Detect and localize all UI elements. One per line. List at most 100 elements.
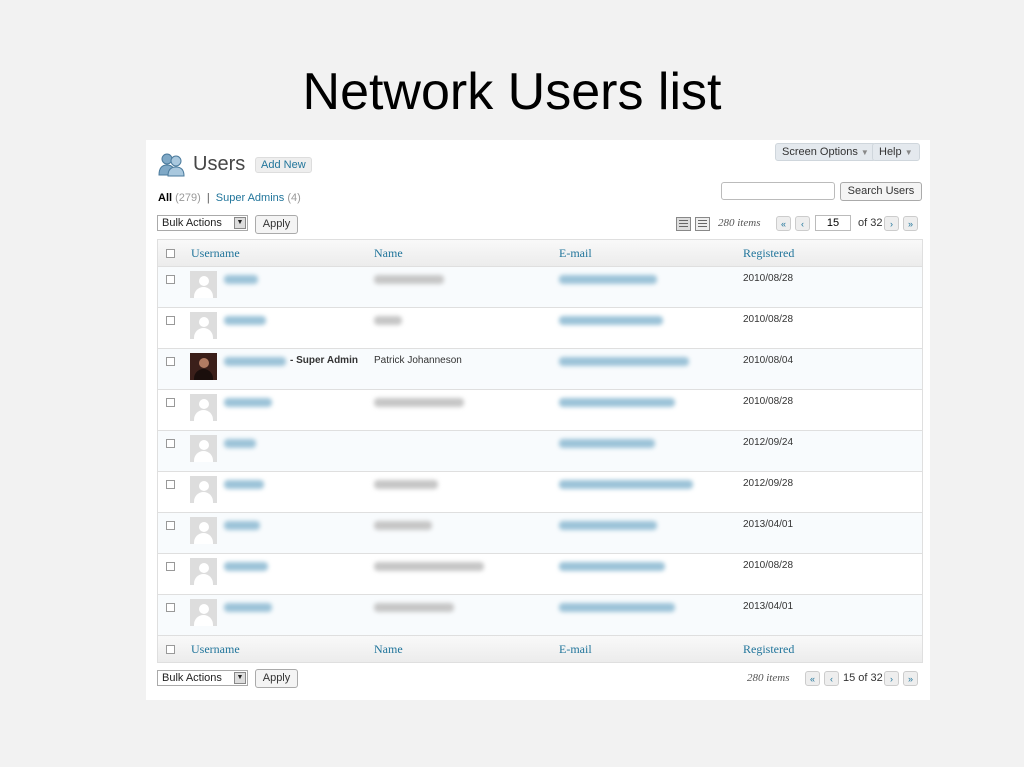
apply-button[interactable]: Apply	[255, 215, 298, 234]
bulk-actions-value: Bulk Actions	[162, 217, 222, 229]
username-link-redacted[interactable]	[224, 603, 272, 612]
username-link-redacted[interactable]	[224, 316, 266, 325]
help-button[interactable]: Help ▼	[872, 143, 920, 161]
row-checkbox[interactable]	[166, 357, 175, 366]
chevron-down-icon: ▼	[234, 217, 246, 229]
column-username[interactable]: Username	[191, 642, 240, 657]
username-link-redacted[interactable]	[224, 439, 256, 448]
items-count-bottom: 280 items	[747, 672, 790, 684]
username-link-redacted[interactable]	[224, 398, 272, 407]
row-checkbox[interactable]	[166, 439, 175, 448]
apply-button-bottom[interactable]: Apply	[255, 669, 298, 688]
prev-page-button[interactable]: ‹	[795, 216, 810, 231]
name-cell-redacted	[374, 316, 402, 325]
column-email[interactable]: E-mail	[559, 246, 592, 261]
first-page-button[interactable]: «	[776, 216, 791, 231]
table-body: 2010/08/28 2010/08/28 - Super Admin Patrick…	[158, 266, 922, 635]
page-of-bottom: 15 of 32	[843, 672, 883, 684]
select-all-checkbox[interactable]	[166, 249, 175, 258]
bulk-actions-select-bottom[interactable]: Bulk Actions ▼	[157, 670, 248, 686]
email-link-redacted[interactable]	[559, 316, 663, 325]
registered-cell: 2010/08/28	[743, 396, 794, 407]
row-checkbox[interactable]	[166, 480, 175, 489]
filter-super-admins[interactable]: Super Admins	[216, 192, 284, 204]
avatar	[190, 435, 217, 462]
registered-cell: 2012/09/28	[743, 478, 794, 489]
username-link-redacted[interactable]	[224, 562, 268, 571]
filter-all-count: (279)	[175, 192, 201, 204]
next-page-button[interactable]: ›	[884, 216, 899, 231]
search-users-button[interactable]: Search Users	[840, 182, 922, 201]
bulk-actions-select[interactable]: Bulk Actions ▼	[157, 215, 248, 231]
table-row: 2012/09/24	[158, 430, 922, 471]
column-username[interactable]: Username	[191, 246, 240, 261]
username-link-redacted[interactable]	[224, 521, 260, 530]
column-name[interactable]: Name	[374, 246, 403, 261]
items-count: 280 items	[718, 217, 761, 229]
table-row: 2013/04/01	[158, 512, 922, 553]
name-cell-redacted	[374, 275, 444, 284]
registered-cell: 2012/09/24	[743, 437, 794, 448]
username-link-redacted[interactable]	[224, 480, 264, 489]
table-row: 2010/08/28	[158, 307, 922, 348]
row-checkbox[interactable]	[166, 521, 175, 530]
filter-super-admins-count: (4)	[287, 192, 301, 204]
filter-separator: |	[206, 192, 210, 204]
email-link-redacted[interactable]	[559, 562, 665, 571]
last-page-button-bottom[interactable]: »	[903, 671, 918, 686]
select-all-checkbox[interactable]	[166, 645, 175, 654]
last-page-button[interactable]: »	[903, 216, 918, 231]
column-registered[interactable]: Registered	[743, 642, 794, 657]
email-link-redacted[interactable]	[559, 275, 657, 284]
name-cell-redacted	[374, 521, 432, 530]
next-page-button-bottom[interactable]: ›	[884, 671, 899, 686]
username-link-redacted[interactable]	[224, 357, 286, 366]
avatar	[190, 558, 217, 585]
email-link-redacted[interactable]	[559, 603, 675, 612]
excerpt-view-icon[interactable]	[695, 217, 710, 231]
name-cell-redacted	[374, 603, 454, 612]
page-title: Users	[193, 153, 246, 175]
slide-title: Network Users list	[302, 63, 722, 121]
email-link-redacted[interactable]	[559, 398, 675, 407]
registered-cell: 2010/08/28	[743, 314, 794, 325]
name-cell-redacted	[374, 398, 464, 407]
list-view-icon[interactable]	[676, 217, 691, 231]
email-link-redacted[interactable]	[559, 357, 689, 366]
row-checkbox[interactable]	[166, 275, 175, 284]
prev-page-button-bottom[interactable]: ‹	[824, 671, 839, 686]
row-checkbox[interactable]	[166, 398, 175, 407]
user-role-filters: All (279) | Super Admins (4)	[158, 192, 301, 204]
users-admin-panel: Users Add New Screen Options ▼ Help ▼ Al…	[146, 140, 930, 700]
column-name[interactable]: Name	[374, 642, 403, 657]
column-email[interactable]: E-mail	[559, 642, 592, 657]
chevron-down-icon: ▼	[904, 148, 913, 157]
filter-all[interactable]: All	[158, 192, 172, 204]
registered-cell: 2010/08/28	[743, 560, 794, 571]
current-page-input[interactable]: 15	[815, 215, 851, 231]
add-new-button[interactable]: Add New	[255, 157, 312, 173]
row-checkbox[interactable]	[166, 316, 175, 325]
name-cell: Patrick Johanneson	[374, 355, 462, 366]
column-registered[interactable]: Registered	[743, 246, 794, 261]
email-link-redacted[interactable]	[559, 521, 657, 530]
email-link-redacted[interactable]	[559, 439, 655, 448]
users-icon	[158, 151, 186, 177]
screen-options-label: Screen Options	[782, 146, 858, 158]
username-link-redacted[interactable]	[224, 275, 258, 284]
table-row: 2010/08/28	[158, 553, 922, 594]
avatar	[190, 394, 217, 421]
registered-cell: 2010/08/04	[743, 355, 794, 366]
search-input[interactable]	[721, 182, 835, 200]
row-checkbox[interactable]	[166, 603, 175, 612]
screen-options-button[interactable]: Screen Options ▼	[775, 143, 876, 161]
row-checkbox[interactable]	[166, 562, 175, 571]
name-cell-redacted	[374, 562, 484, 571]
first-page-button-bottom[interactable]: «	[805, 671, 820, 686]
avatar	[190, 271, 217, 298]
total-pages: of 32	[858, 217, 883, 229]
avatar	[190, 312, 217, 339]
table-row: - Super Admin Patrick Johanneson 2010/08/0…	[158, 348, 922, 389]
registered-cell: 2013/04/01	[743, 601, 794, 612]
email-link-redacted[interactable]	[559, 480, 693, 489]
